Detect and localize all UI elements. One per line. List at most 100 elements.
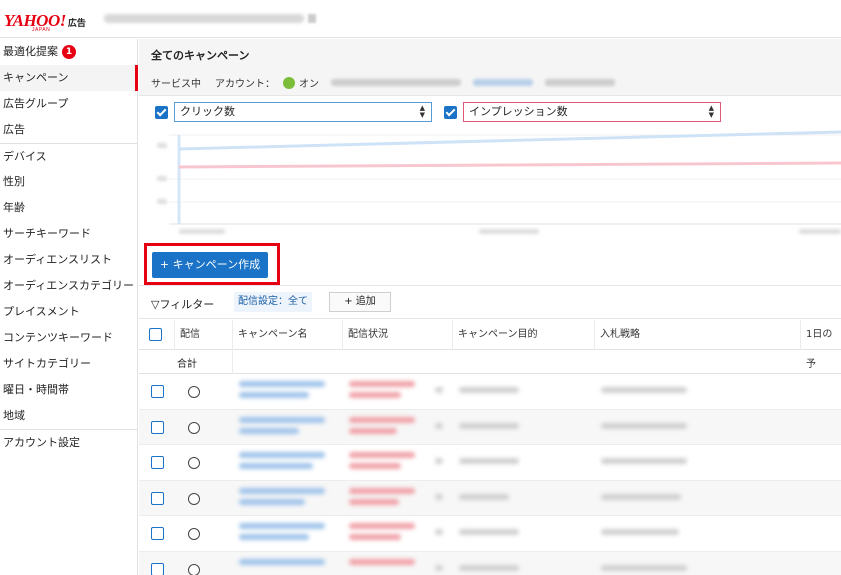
metric-left-select[interactable]: クリック数 ▲ ▼ [174, 102, 432, 122]
row-checkbox[interactable] [151, 420, 164, 434]
col-campaign-name[interactable]: キャンペーン名 [233, 320, 343, 350]
row-checkbox[interactable] [151, 527, 164, 540]
account-label: アカウント： [215, 79, 275, 90]
delivery-status [349, 392, 401, 398]
sidebar-item-audience-list[interactable]: オーディエンスリスト [0, 247, 137, 273]
row-radio[interactable] [188, 457, 200, 469]
sort-arrows-icon: ▲ ▼ [419, 104, 425, 119]
campaign-name-link[interactable] [239, 463, 313, 469]
bid-strategy-value [601, 564, 687, 571]
y-tick-label [157, 176, 167, 181]
sidebar-item-optimization[interactable]: 最適化提案 1 [0, 39, 137, 65]
status-detail-icon[interactable] [435, 387, 443, 393]
campaign-name-link[interactable] [239, 534, 309, 540]
delivery-status [349, 427, 397, 434]
table-row[interactable] [139, 480, 841, 516]
campaign-name-link[interactable] [239, 427, 299, 434]
logo-sub: JAPAN [32, 27, 51, 33]
campaign-name-link[interactable] [239, 558, 325, 565]
x-tick-label [179, 229, 225, 234]
divider [232, 350, 233, 374]
col-bid-strategy[interactable]: 入札戦略 [595, 320, 801, 350]
campaign-name-link[interactable] [239, 452, 325, 458]
table-row[interactable] [139, 551, 841, 575]
x-tick-label [479, 229, 539, 234]
status-detail-icon[interactable] [435, 458, 443, 464]
table-row[interactable] [139, 516, 841, 552]
campaign-name-link[interactable] [239, 498, 305, 505]
delivery-status [349, 498, 399, 505]
sidebar-item-search-keyword[interactable]: サーチキーワード [0, 221, 137, 247]
sidebar-item-campaign[interactable]: キャンペーン [0, 65, 138, 91]
campaign-name-link[interactable] [239, 381, 325, 387]
add-filter-button[interactable]: + 追加 [329, 292, 391, 312]
status-detail-icon[interactable] [435, 564, 443, 571]
delivery-status [349, 558, 415, 565]
col-delivery[interactable]: 配信 [175, 320, 233, 350]
status-detail-icon[interactable] [435, 493, 443, 500]
objective-value [459, 493, 509, 500]
total-label: 合計 [177, 359, 197, 370]
status-detail-icon[interactable] [435, 422, 443, 429]
select-all-checkbox[interactable] [149, 328, 162, 341]
sidebar-item-device[interactable]: デバイス [0, 143, 137, 169]
sidebar-item-day-time[interactable]: 曜日・時間帯 [0, 377, 137, 403]
sidebar-item-age[interactable]: 年齢 [0, 195, 137, 221]
chevron-down-icon[interactable] [308, 14, 316, 23]
sidebar-item-account-settings[interactable]: アカウント設定 [0, 429, 137, 455]
row-checkbox[interactable] [151, 385, 164, 398]
sidebar-item-content-keyword[interactable]: コンテンツキーワード [0, 325, 137, 351]
objective-value [459, 458, 519, 464]
total-row: 合計 [139, 350, 841, 374]
campaign-name-link[interactable] [239, 392, 309, 398]
series-impression-line [178, 161, 841, 169]
account-meta-link[interactable] [473, 79, 533, 86]
sort-arrows-icon: ▲ ▼ [708, 104, 714, 119]
row-radio[interactable] [188, 421, 200, 434]
account-meta [331, 79, 461, 86]
campaign-name-link[interactable] [239, 487, 325, 494]
objective-value [459, 529, 519, 535]
col-daily-budget[interactable]: 1日の予 [801, 320, 841, 370]
row-radio[interactable] [188, 492, 200, 505]
table-row[interactable] [139, 409, 841, 445]
sidebar-item-region[interactable]: 地域 [0, 403, 137, 429]
metric-right-checkbox[interactable] [444, 105, 457, 119]
metric-left-checkbox[interactable] [155, 105, 168, 119]
col-delivery-status[interactable]: 配信状況 [343, 320, 453, 350]
table-row[interactable] [139, 445, 841, 481]
table-row[interactable] [139, 374, 841, 410]
create-campaign-button[interactable]: + キャンペーン作成 [152, 252, 268, 278]
filter-chip-delivery[interactable]: 配信設定：全て [234, 292, 312, 312]
col-campaign-objective[interactable]: キャンペーン目的 [453, 320, 595, 350]
sidebar-item-ad[interactable]: 広告 [0, 117, 137, 143]
metric-right-select[interactable]: インプレッション数 ▲ ▼ [463, 102, 721, 122]
row-radio[interactable] [188, 528, 200, 540]
sidebar-item-adgroup[interactable]: 広告グループ [0, 91, 137, 117]
bid-strategy-value [601, 529, 679, 535]
campaign-name-link[interactable] [239, 416, 325, 423]
sidebar-item-site-category[interactable]: サイトカテゴリー [0, 351, 137, 377]
logo-product: 広告 [67, 19, 86, 29]
metric-left: クリック数 ▲ ▼ [155, 102, 432, 122]
filter-button[interactable]: ▽フィルター [151, 296, 214, 312]
account-status: オン [299, 79, 319, 90]
row-checkbox[interactable] [151, 456, 164, 469]
sidebar-item-audience-category[interactable]: オーディエンスカテゴリー [0, 273, 137, 299]
sidebar-item-placement[interactable]: プレイスメント [0, 299, 137, 325]
sidebar-nav: 最適化提案 1 キャンペーン 広告グループ 広告 デバイス 性別 年齢 サーチキー… [0, 39, 138, 575]
bid-strategy-value [601, 493, 681, 500]
row-radio[interactable] [188, 563, 200, 575]
delivery-status [349, 452, 415, 458]
status-detail-icon[interactable] [435, 529, 443, 535]
account-selector[interactable] [104, 14, 304, 23]
row-radio[interactable] [188, 386, 200, 398]
campaign-name-link[interactable] [239, 523, 325, 529]
delivery-status [349, 523, 415, 529]
row-checkbox[interactable] [151, 562, 164, 575]
yahoo-ads-logo[interactable]: YAHOO! JAPAN 広告 [4, 12, 86, 33]
row-checkbox[interactable] [151, 491, 164, 505]
table-header: 配信 キャンペーン名 配信状況 キャンペーン目的 入札戦略 1日の予 [139, 320, 841, 370]
sidebar-item-gender[interactable]: 性別 [0, 169, 137, 195]
account-meta [545, 79, 615, 86]
